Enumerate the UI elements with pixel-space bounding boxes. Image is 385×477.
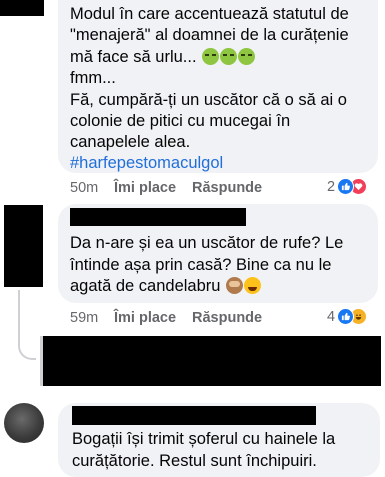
laughing-face-emoji — [244, 277, 262, 294]
comment-text-line: agată de candelabru — [70, 276, 262, 297]
reaction-summary[interactable]: 2 — [327, 178, 368, 195]
comment-timestamp[interactable]: 50m — [70, 180, 114, 196]
redacted-reply-block — [40, 336, 381, 386]
comment-text-line: fmm... — [70, 69, 116, 87]
comment-actions: 50m Îmi place Răspunde — [70, 180, 262, 196]
sick-face-emoji — [238, 48, 256, 65]
comment-timestamp[interactable]: 59m — [70, 310, 114, 326]
hashtag-link[interactable]: #harfepestomaculgol — [70, 153, 223, 174]
comment-actions: 59m Îmi place Răspunde — [70, 310, 262, 326]
comment-text-line: întinde așa prin casă? Bine ca nu le — [70, 256, 332, 274]
comment-text-line: Bogații își trimit șoferul cu hainele la — [72, 430, 336, 448]
reply-button[interactable]: Răspunde — [192, 310, 262, 326]
comment-text-line: Modul în care accentuează statutul de — [70, 5, 349, 23]
reaction-count: 2 — [327, 178, 336, 195]
like-reaction-icon — [337, 308, 355, 325]
commenter-name-redacted[interactable] — [70, 208, 246, 226]
avatar-redacted[interactable] — [0, 0, 44, 16]
comment-text-fragment: mă face să urlu... — [70, 48, 197, 66]
comment-text-line: canapelele alea. — [70, 133, 191, 151]
comment-text-line: curățătorie. Restul sunt închipuiri. — [72, 452, 317, 470]
like-button[interactable]: Îmi place — [114, 310, 192, 326]
reaction-count: 4 — [327, 308, 336, 325]
commenter-name-redacted[interactable] — [72, 406, 316, 425]
see-no-evil-monkey-emoji — [226, 277, 244, 294]
avatar-redacted[interactable] — [4, 205, 43, 287]
thread-connector — [18, 290, 36, 360]
comment-text-line: Fă, cumpără-ți un uscător că o să ai o — [70, 91, 347, 109]
avatar[interactable] — [4, 403, 44, 443]
comment-text-line: colonie de pitici cu mucegai în — [70, 112, 291, 130]
comment-text-line: Da n-are și ea un uscător de rufe? Le — [70, 234, 344, 252]
sick-face-emoji — [220, 48, 238, 65]
reaction-summary[interactable]: 4 — [327, 308, 368, 325]
sick-face-emoji — [202, 48, 220, 65]
reply-button[interactable]: Răspunde — [192, 180, 262, 196]
comment-text-fragment: agată de candelabru — [70, 277, 221, 295]
comment-text-line: mă face să urlu... — [70, 47, 256, 68]
like-button[interactable]: Îmi place — [114, 180, 192, 196]
comment-text-line: "menajeră" al doamnei de la curățenie — [70, 26, 349, 44]
like-reaction-icon — [337, 178, 355, 195]
